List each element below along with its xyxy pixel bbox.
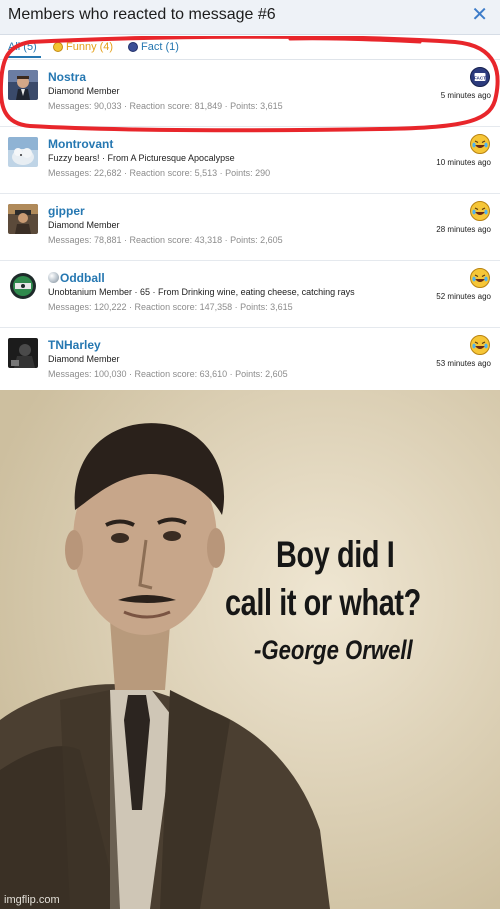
- list-item: Nostra Diamond Member Messages: 90,033 ·…: [0, 59, 500, 127]
- member-name[interactable]: gipper: [48, 204, 85, 218]
- member-title: Diamond Member: [48, 86, 120, 96]
- member-title: Fuzzy bears! · From A Picturesque Apocal…: [48, 153, 235, 163]
- member-stats: Messages: 22,682 · Reaction score: 5,513…: [48, 168, 271, 178]
- reactions-dialog: Members who reacted to message #6 ✕ All …: [0, 0, 500, 390]
- tab-funny[interactable]: Funny (4): [53, 41, 113, 53]
- reaction-time: 53 minutes ago: [436, 359, 491, 368]
- close-icon[interactable]: ✕: [471, 5, 488, 25]
- orwell-meme-image: Boy did I call it or what? -George Orwel…: [0, 390, 500, 909]
- laughing-face-icon: [53, 42, 63, 52]
- tab-fact[interactable]: Fact (1): [128, 41, 179, 53]
- laughing-face-icon: [470, 268, 490, 288]
- member-stats: Messages: 120,222 · Reaction score: 147,…: [48, 302, 293, 312]
- tab-fact-label: Fact (1): [141, 41, 179, 53]
- reaction-tabs: All (5) Funny (4) Fact (1): [0, 35, 500, 60]
- laughing-face-icon: [470, 134, 490, 154]
- avatar[interactable]: [8, 338, 38, 368]
- fact-icon: FACT: [470, 67, 490, 87]
- reaction-time: 10 minutes ago: [436, 158, 491, 167]
- meme-attribution: -George Orwell: [254, 635, 413, 665]
- member-stats: Messages: 90,033 · Reaction score: 81,84…: [48, 101, 283, 111]
- member-name[interactable]: Montrovant: [48, 137, 113, 151]
- tab-all[interactable]: All (5): [8, 41, 41, 58]
- member-name[interactable]: TNHarley: [48, 338, 101, 352]
- member-title: Diamond Member: [48, 354, 120, 364]
- reaction-time: 52 minutes ago: [436, 292, 491, 301]
- member-title: Unobtanium Member · 65 · From Drinking w…: [48, 287, 355, 297]
- active-tab-underline: [8, 56, 41, 58]
- fact-icon: [128, 42, 138, 52]
- reaction-time: 5 minutes ago: [440, 91, 491, 100]
- member-stats: Messages: 78,881 · Reaction score: 43,31…: [48, 235, 283, 245]
- list-item: gipper Diamond Member Messages: 78,881 ·…: [0, 193, 500, 261]
- member-name-text: Oddball: [60, 271, 105, 285]
- member-name[interactable]: Nostra: [48, 70, 86, 84]
- avatar[interactable]: [8, 70, 38, 100]
- laughing-face-icon: [470, 335, 490, 355]
- tab-all-label: All (5): [8, 41, 37, 53]
- dialog-header: Members who reacted to message #6 ✕: [0, 0, 500, 35]
- list-item: Montrovant Fuzzy bears! · From A Picture…: [0, 126, 500, 194]
- member-name[interactable]: Oddball: [48, 271, 105, 285]
- orwell-portrait: [0, 390, 500, 909]
- laughing-face-icon: [470, 201, 490, 221]
- member-stats: Messages: 100,030 · Reaction score: 63,6…: [48, 369, 288, 379]
- imgflip-watermark: imgflip.com: [4, 894, 60, 906]
- meme-caption-line-1: Boy did I: [276, 534, 395, 575]
- dialog-title: Members who reacted to message #6: [8, 6, 276, 23]
- reaction-time: 28 minutes ago: [436, 225, 491, 234]
- member-title: Diamond Member: [48, 220, 120, 230]
- svg-text:FACT: FACT: [474, 75, 486, 80]
- tab-funny-label: Funny (4): [66, 41, 114, 53]
- avatar[interactable]: [8, 137, 38, 167]
- list-item: Oddball Unobtanium Member · 65 · From Dr…: [0, 260, 500, 328]
- avatar[interactable]: [8, 204, 38, 234]
- meme-caption-line-2: call it or what?: [225, 582, 421, 623]
- list-item: TNHarley Diamond Member Messages: 100,03…: [0, 327, 500, 394]
- globe-icon: [48, 272, 59, 283]
- avatar[interactable]: [8, 271, 38, 301]
